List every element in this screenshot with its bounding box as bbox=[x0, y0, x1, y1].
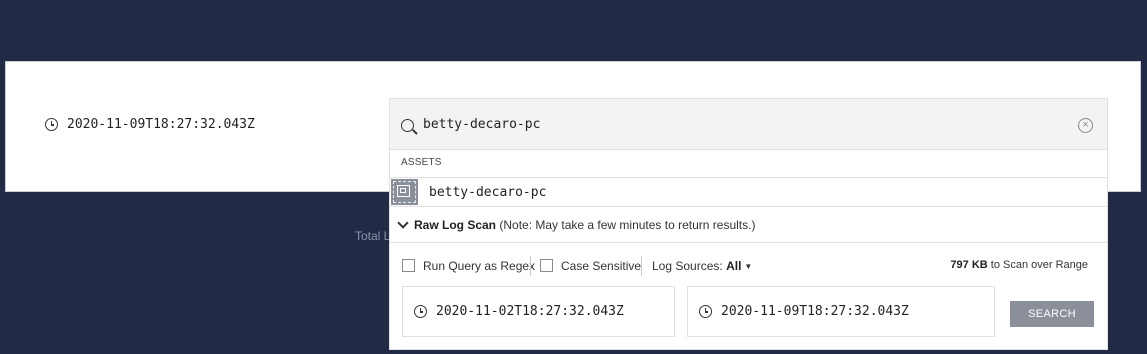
end-time-value: 2020-11-09T18:27:32.043Z bbox=[721, 304, 909, 319]
log-sources-value: All bbox=[726, 259, 742, 273]
end-time-field[interactable]: 2020-11-09T18:27:32.043Z bbox=[687, 286, 995, 337]
log-sources-label: Log Sources: bbox=[652, 259, 723, 273]
caret-down-icon: ▼ bbox=[744, 262, 753, 271]
clear-circle-icon[interactable]: × bbox=[1078, 118, 1093, 133]
scan-size-suffix: to Scan over Range bbox=[990, 259, 1088, 271]
divider bbox=[641, 256, 642, 276]
scan-options: Run Query as Regex Case Sensitive Log So… bbox=[390, 243, 1107, 283]
search-icon bbox=[401, 119, 414, 132]
clock-icon bbox=[699, 305, 712, 318]
start-time-field[interactable]: 2020-11-02T18:27:32.043Z bbox=[402, 286, 675, 337]
case-sensitive-checkbox[interactable] bbox=[540, 259, 553, 272]
clock-icon bbox=[414, 305, 427, 318]
regex-checkbox[interactable] bbox=[402, 259, 415, 272]
asset-item-label: betty-decaro-pc bbox=[429, 185, 547, 200]
scan-size-value: 797 KB bbox=[950, 259, 988, 271]
search-box[interactable]: × bbox=[389, 98, 1108, 150]
assets-header: ASSETS bbox=[401, 157, 442, 168]
search-input[interactable] bbox=[423, 113, 1023, 135]
scan-size-info: 797 KB to Scan over Range bbox=[950, 259, 1088, 271]
raw-log-scan-toggle[interactable]: Raw Log Scan (Note: May take a few minut… bbox=[390, 207, 1107, 243]
divider bbox=[530, 256, 531, 276]
asset-item[interactable]: betty-decaro-pc bbox=[390, 177, 1107, 207]
asset-chip-icon bbox=[391, 179, 418, 205]
search-dropdown: ASSETS betty-decaro-pc Raw Log Scan (Not… bbox=[389, 150, 1108, 350]
log-sources-dropdown[interactable]: Log Sources: All ▼ bbox=[652, 259, 752, 273]
case-sensitive-label: Case Sensitive bbox=[561, 259, 642, 273]
selected-time-value: 2020-11-09T18:27:32.043Z bbox=[67, 117, 255, 132]
total-label-partial: Total L bbox=[355, 229, 391, 243]
search-button[interactable]: SEARCH bbox=[1010, 301, 1094, 327]
selected-time[interactable]: 2020-11-09T18:27:32.043Z bbox=[45, 117, 255, 132]
raw-log-scan-title: Raw Log Scan (Note: May take a few minut… bbox=[414, 218, 756, 232]
clock-icon bbox=[45, 118, 58, 131]
raw-log-scan-note: (Note: May take a few minutes to return … bbox=[499, 218, 756, 232]
regex-label: Run Query as Regex bbox=[423, 259, 536, 273]
chevron-down-icon bbox=[397, 217, 409, 229]
start-time-value: 2020-11-02T18:27:32.043Z bbox=[436, 304, 624, 319]
